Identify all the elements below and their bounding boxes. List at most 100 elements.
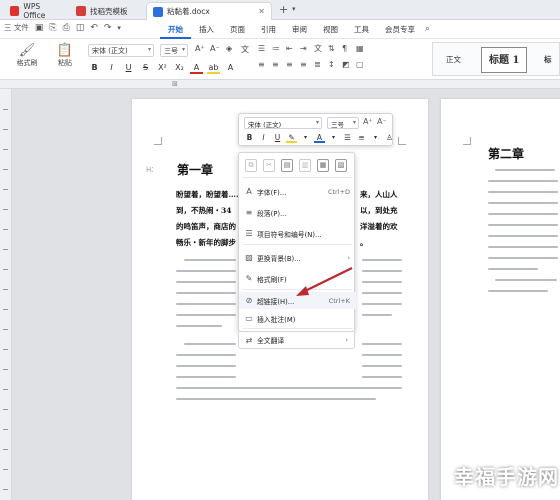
superscript-button[interactable]: X² bbox=[156, 62, 169, 74]
indent-icon[interactable]: ⇥ bbox=[300, 44, 310, 54]
borders-icon[interactable]: ▦ bbox=[356, 44, 366, 54]
paragraph-handle-icon[interactable]: H⁚ bbox=[146, 166, 154, 174]
menu-item-font[interactable]: A 字体(F)... Ctrl+D bbox=[239, 183, 356, 200]
ruler-marker[interactable]: ⊠ bbox=[172, 80, 178, 88]
mini-italic-button[interactable]: I bbox=[258, 132, 269, 143]
italic-button[interactable]: I bbox=[105, 62, 118, 74]
align-center-icon[interactable]: ≡ bbox=[272, 60, 282, 70]
justify-icon[interactable]: ≡ bbox=[300, 60, 310, 70]
chevron-down-icon[interactable]: ▾ bbox=[300, 132, 311, 143]
style-normal[interactable]: 正文 bbox=[439, 47, 468, 73]
mini-font-family-select[interactable]: 宋体 (正文) ▾ bbox=[244, 117, 322, 129]
style-gallery: 正文 标题 1 标题 bbox=[432, 42, 560, 90]
font-icon: A bbox=[246, 187, 252, 196]
align-left-icon[interactable]: ≡ bbox=[258, 60, 268, 70]
chevron-down-icon[interactable]: ▾ bbox=[328, 132, 339, 143]
char-shading-button[interactable]: A bbox=[224, 62, 237, 74]
print-icon[interactable]: ⎙ bbox=[63, 23, 70, 33]
menu-item-format-painter[interactable]: ✎ 格式刷(F) bbox=[239, 270, 356, 287]
align-right-icon[interactable]: ≡ bbox=[286, 60, 296, 70]
sort-icon[interactable]: ⇅ bbox=[328, 44, 338, 54]
chevron-down-icon[interactable]: ▾ bbox=[370, 132, 381, 143]
style-heading-1[interactable]: 标题 1 bbox=[481, 47, 528, 73]
font-color-button[interactable]: A bbox=[190, 62, 203, 74]
font-size-select[interactable]: 三号 ▾ bbox=[160, 44, 188, 57]
line-spacing-icon[interactable]: ↕ bbox=[328, 60, 338, 70]
bold-button[interactable]: B bbox=[88, 62, 101, 74]
clear-format-icon[interactable]: ◈ bbox=[226, 44, 232, 53]
mini-font-color-button[interactable]: A bbox=[314, 132, 325, 143]
menu-item-label: 插入批注(M) bbox=[257, 315, 296, 324]
chinese-layout-icon[interactable]: 文 bbox=[314, 44, 324, 54]
distribute-icon[interactable]: ≣ bbox=[314, 60, 324, 70]
preview-icon[interactable]: ◫ bbox=[76, 23, 85, 33]
border-box-icon[interactable]: ▢ bbox=[356, 60, 366, 70]
document-page-2[interactable]: 第二章 bbox=[441, 99, 560, 500]
bullets-icon[interactable]: ☰ bbox=[258, 44, 268, 54]
file-menu[interactable]: 三 文件 bbox=[4, 22, 29, 33]
underline-button[interactable]: U bbox=[122, 62, 135, 74]
mini-align-button[interactable]: ≡ bbox=[356, 132, 367, 143]
menu-vip[interactable]: 会员专享 bbox=[377, 20, 423, 39]
word-doc-icon bbox=[153, 6, 163, 17]
mini-styles-button[interactable]: ♙ bbox=[384, 132, 395, 143]
menu-item-bullets-numbering[interactable]: ☰ 项目符号和编号(N)... bbox=[239, 225, 356, 242]
menu-item-full-translate[interactable]: ⇄ 全文翻译 › bbox=[238, 332, 355, 349]
chevron-down-icon[interactable]: ▾ bbox=[117, 24, 121, 32]
cut-icon[interactable]: ✂ bbox=[263, 159, 275, 172]
menu-page[interactable]: 页面 bbox=[222, 20, 253, 39]
paste-icon[interactable]: ▤ bbox=[281, 159, 293, 172]
translate-icon: ⇄ bbox=[245, 335, 253, 345]
menu-tools[interactable]: 工具 bbox=[346, 20, 377, 39]
menu-review[interactable]: 审阅 bbox=[284, 20, 315, 39]
menu-item-change-background[interactable]: ▨ 更换背景(B)... › bbox=[239, 249, 356, 266]
mini-highlight-button[interactable]: ✎ bbox=[286, 132, 297, 143]
shrink-font-icon[interactable]: A⁻ bbox=[210, 44, 220, 53]
strikethrough-button[interactable]: S bbox=[139, 62, 152, 74]
paste-special-icon[interactable]: ▥ bbox=[299, 159, 311, 172]
grow-font-icon[interactable]: A⁺ bbox=[363, 117, 373, 126]
bold-paragraph-line: 盼望着，盼望着…… bbox=[176, 190, 244, 199]
paste-button[interactable]: 📋 粘贴 bbox=[50, 43, 80, 68]
horizontal-ruler[interactable]: ⊠ bbox=[0, 80, 560, 89]
tab-template-store[interactable]: 找稻壳模板 bbox=[70, 2, 144, 20]
vertical-ruler[interactable] bbox=[0, 89, 12, 500]
close-tab-icon[interactable]: ✕ bbox=[258, 7, 265, 16]
redo-icon[interactable]: ↷ bbox=[104, 23, 112, 33]
chevron-down-icon[interactable]: ▾ bbox=[292, 5, 296, 13]
mini-underline-button[interactable]: U bbox=[272, 132, 283, 143]
export-icon[interactable]: ⎘ bbox=[49, 23, 56, 33]
search-icon[interactable]: ⌕ bbox=[425, 24, 430, 34]
outdent-icon[interactable]: ⇤ bbox=[286, 44, 296, 54]
paste-format-icon[interactable]: ▧ bbox=[335, 159, 347, 172]
font-family-select[interactable]: 宋体 (正文) ▾ bbox=[88, 44, 154, 57]
style-heading[interactable]: 标题 bbox=[537, 47, 559, 90]
menu-item-paragraph[interactable]: ≡ 段落(P)... bbox=[239, 204, 356, 221]
shrink-font-icon[interactable]: A⁻ bbox=[377, 117, 387, 126]
format-painter-button[interactable]: 🖌 格式刷 bbox=[10, 43, 44, 68]
mini-font-size-select[interactable]: 三号 ▾ bbox=[327, 117, 359, 129]
tab-current-document[interactable]: 粘黏着.docx ✕ bbox=[146, 2, 272, 20]
menu-view[interactable]: 视图 bbox=[315, 20, 346, 39]
mini-bold-button[interactable]: B bbox=[244, 132, 255, 143]
copy-icon[interactable]: ⧉ bbox=[245, 159, 257, 172]
tab-wps-office[interactable]: WPS Office bbox=[4, 2, 68, 20]
menu-item-hyperlink[interactable]: ⊘ 超链接(H)... Ctrl+K bbox=[239, 292, 356, 309]
shading-icon[interactable]: ◩ bbox=[342, 60, 352, 70]
ribbon-toolbar: 🖌 格式刷 📋 粘贴 宋体 (正文) ▾ 三号 ▾ A⁺ A⁻ ◈ 文 B I … bbox=[0, 39, 560, 90]
highlight-button[interactable]: ab bbox=[207, 62, 220, 74]
menu-item-insert-comment[interactable]: ▭ 插入批注(M) bbox=[239, 310, 356, 327]
undo-icon[interactable]: ↶ bbox=[90, 23, 98, 33]
save-icon[interactable]: ▣ bbox=[35, 23, 44, 33]
new-tab-icon[interactable]: + bbox=[279, 3, 288, 16]
paste-text-icon[interactable]: ▦ bbox=[317, 159, 329, 172]
show-marks-icon[interactable]: ¶ bbox=[342, 44, 352, 54]
phonetic-icon[interactable]: 文 bbox=[241, 44, 249, 55]
grow-font-icon[interactable]: A⁺ bbox=[195, 44, 205, 53]
mini-bullets-button[interactable]: ☰ bbox=[342, 132, 353, 143]
menu-insert[interactable]: 插入 bbox=[191, 20, 222, 39]
subscript-button[interactable]: X₂ bbox=[173, 62, 186, 74]
numbering-icon[interactable]: ≔ bbox=[272, 44, 282, 54]
menu-references[interactable]: 引用 bbox=[253, 20, 284, 39]
menu-home[interactable]: 开始 bbox=[160, 20, 191, 39]
